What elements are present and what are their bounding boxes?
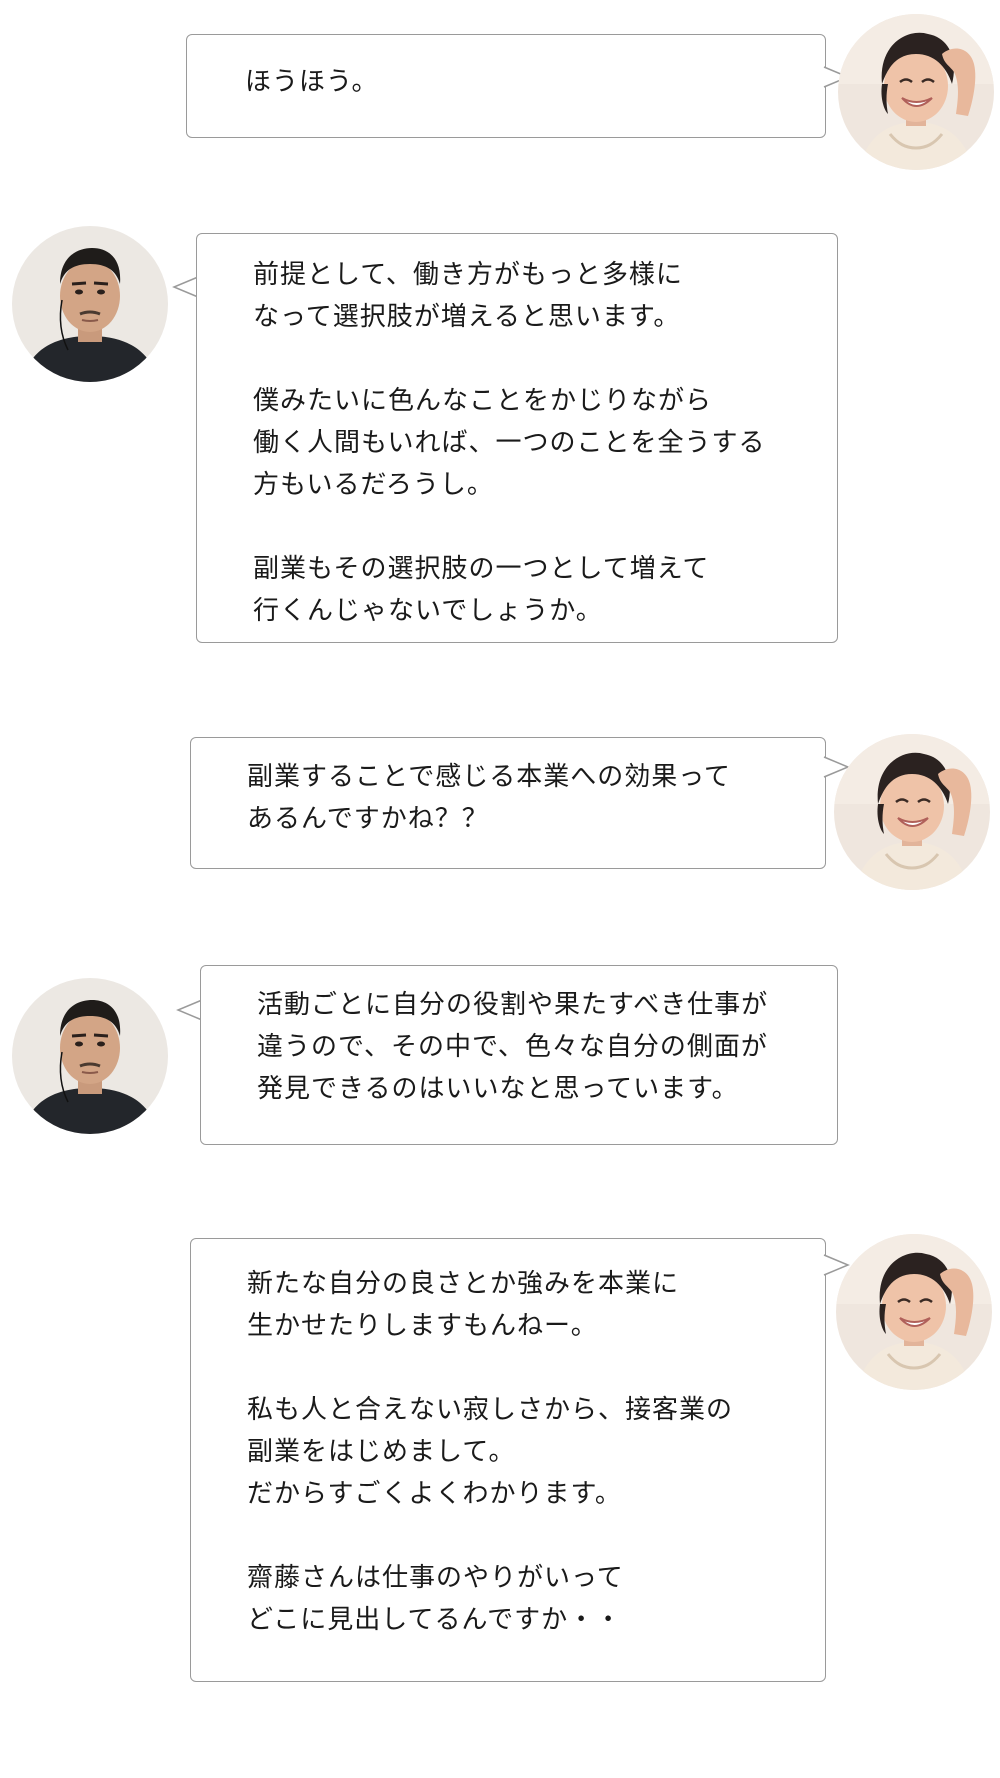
message-text: ほうほう。 [245, 67, 379, 97]
interviewer-avatar [834, 734, 990, 890]
interviewer-avatar [838, 14, 994, 170]
speech-bubble: 前提として、働き方がもっと多様に なって選択肢が増えると思います。 僕みたいに色… [196, 233, 838, 643]
bubble-tail-left [176, 999, 203, 1021]
message-text: 新たな自分の良さとか強みを本業に 生かせたりしますもんねー。 私も人と合えない寂… [247, 1269, 734, 1635]
speech-bubble: 新たな自分の良さとか強みを本業に 生かせたりしますもんねー。 私も人と合えない寂… [190, 1238, 826, 1682]
speech-bubble: ほうほう。 [186, 34, 826, 138]
message-text: 活動ごとに自分の役割や果たすべき仕事が 違うので、その中で、色々な自分の側面が … [257, 990, 769, 1104]
speech-bubble: 副業することで感じる本業への効果って あるんですかね？？ [190, 737, 826, 869]
guest-avatar [12, 978, 168, 1134]
message-text: 前提として、働き方がもっと多様に なって選択肢が増えると思います。 僕みたいに色… [253, 260, 766, 626]
interviewer-avatar [836, 1234, 992, 1390]
bubble-tail-left [172, 276, 199, 298]
message-text: 副業することで感じる本業への効果って あるんですかね？？ [247, 762, 731, 834]
speech-bubble: 活動ごとに自分の役割や果たすべき仕事が 違うので、その中で、色々な自分の側面が … [200, 965, 838, 1145]
guest-avatar [12, 226, 168, 382]
